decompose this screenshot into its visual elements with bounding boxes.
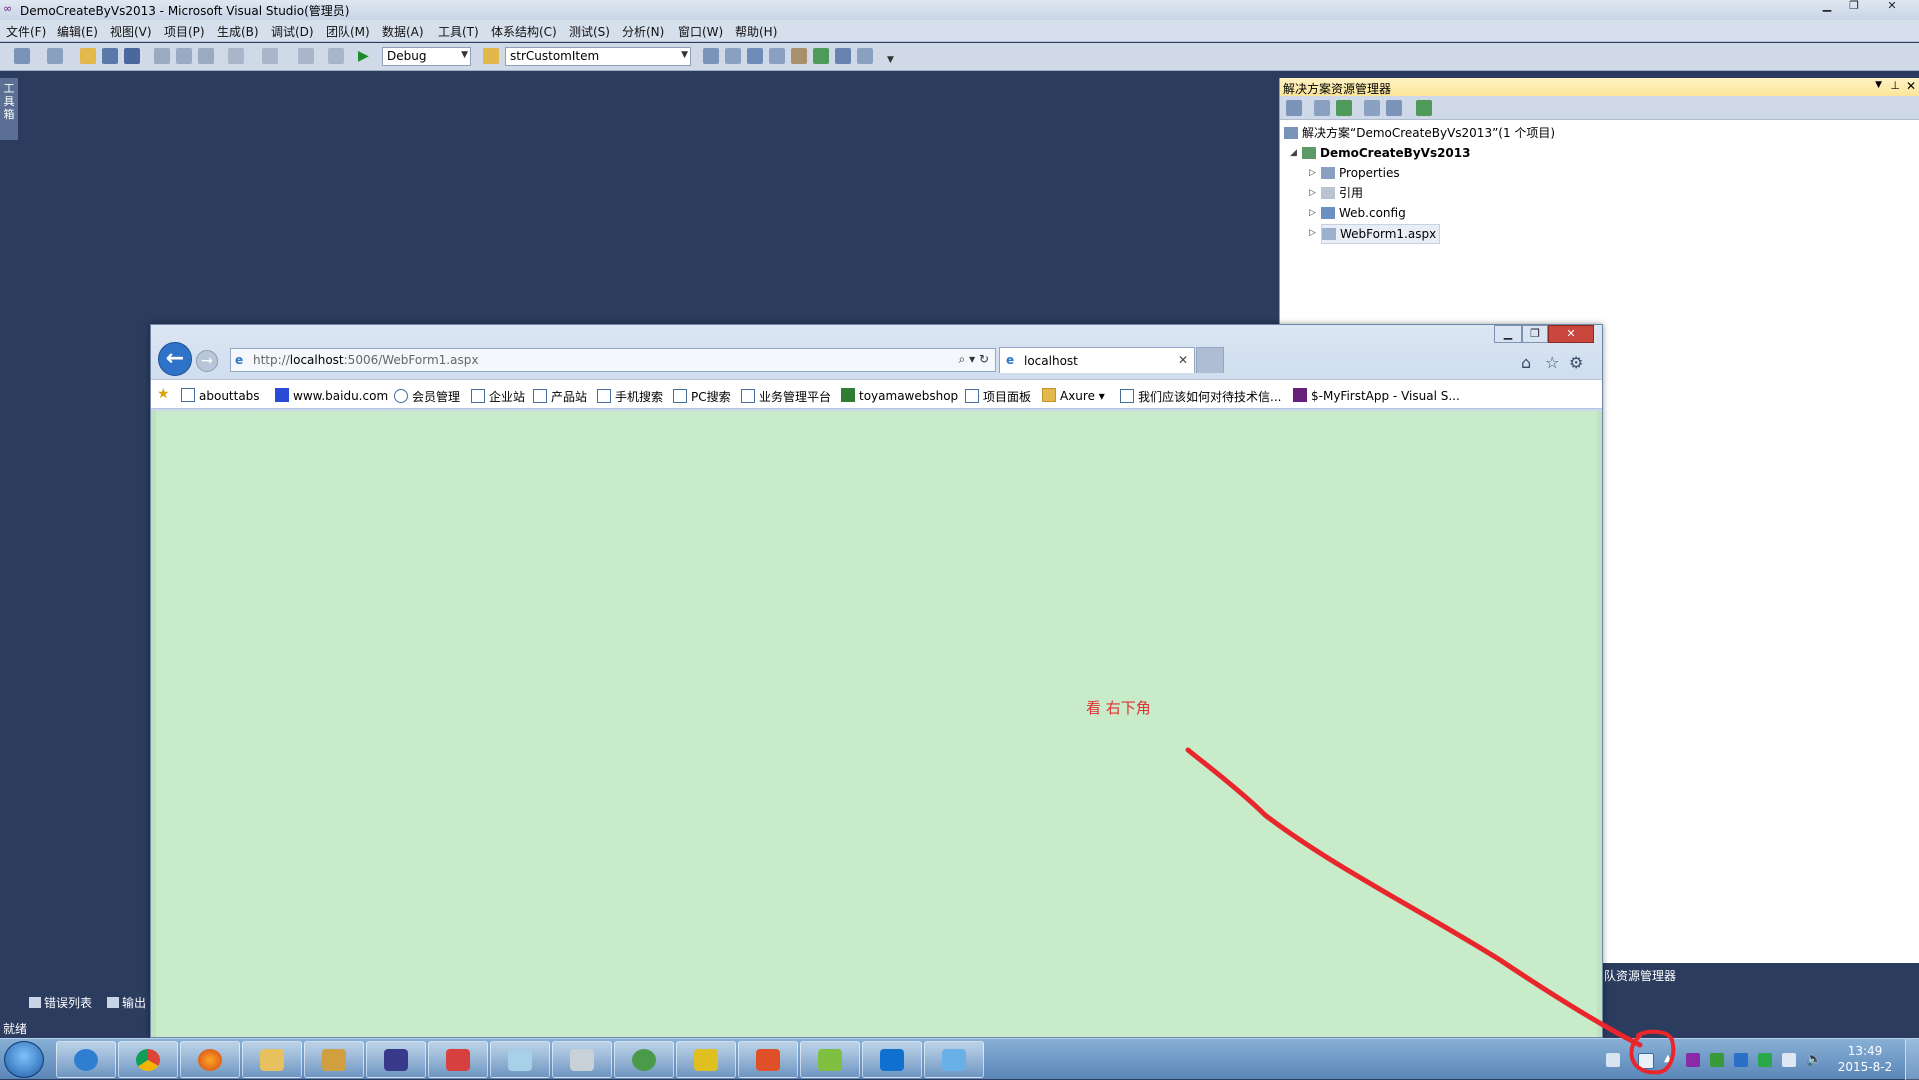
annotation-circle [1629, 1029, 1676, 1075]
red-annotation-arrow [1185, 747, 1676, 1075]
annotation-curve [1185, 747, 1643, 1048]
